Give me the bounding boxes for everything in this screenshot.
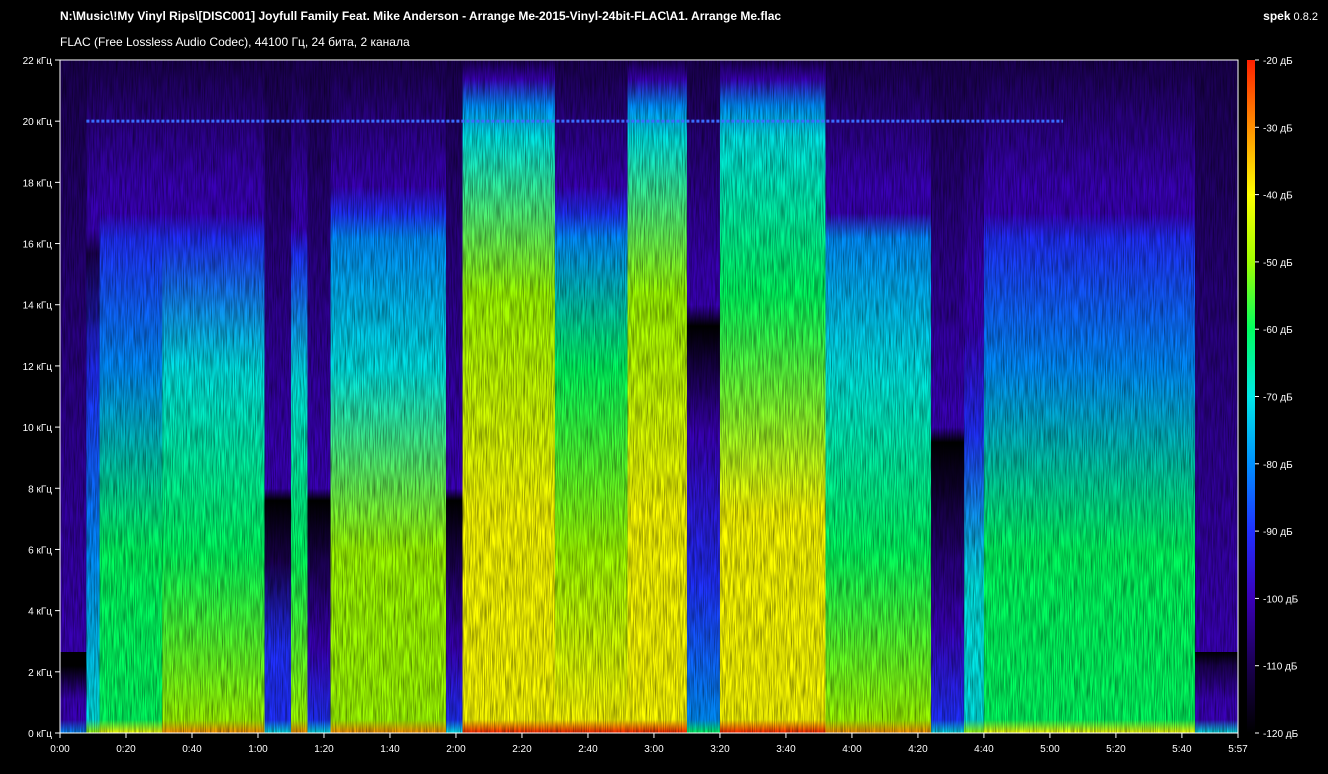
y-tick-label: 10 кГц (23, 423, 53, 434)
color-scale-tick-label: -20 дБ (1263, 56, 1293, 67)
x-tick-label: 2:20 (512, 744, 532, 755)
color-scale-tick-label: -70 дБ (1263, 393, 1293, 404)
color-scale-tick-label: -40 дБ (1263, 191, 1293, 202)
x-tick-label: 2:00 (446, 744, 466, 755)
y-tick-label: 14 кГц (23, 301, 53, 312)
color-scale-tick-label: -60 дБ (1263, 325, 1293, 336)
x-tick-label: 5:00 (1040, 744, 1060, 755)
color-scale-tick-label: -120 дБ (1263, 729, 1299, 740)
y-tick-label: 22 кГц (23, 56, 53, 67)
x-tick-label: 5:20 (1106, 744, 1126, 755)
color-scale-tick-label: -30 дБ (1263, 123, 1293, 134)
x-tick-label: 5:40 (1172, 744, 1192, 755)
color-scale-tick-label: -110 дБ (1263, 662, 1298, 673)
y-tick-label: 18 кГц (23, 178, 53, 189)
color-scale-legend: -20 дБ -30 дБ -40 дБ -50 дБ -60 дБ -70 дБ -80 … (1247, 56, 1299, 740)
x-tick-label: 4:40 (974, 744, 994, 755)
x-tick-label: 2:40 (578, 744, 598, 755)
spectrogram-chart: 0 кГц 2 кГц 4 кГц 6 кГц 8 кГц 10 кГц 12 кГц 14 … (23, 56, 1299, 755)
x-tick-label: 3:00 (644, 744, 664, 755)
color-scale-tick-label: -100 дБ (1263, 594, 1299, 605)
spectrogram-texture (60, 60, 1238, 733)
color-scale-tick-label: -90 дБ (1263, 527, 1293, 538)
color-scale-bar (1247, 60, 1255, 733)
y-tick-label: 12 кГц (23, 362, 53, 373)
x-tick-label: 4:20 (908, 744, 928, 755)
x-tick-label: 3:20 (710, 744, 730, 755)
spectrogram-plot (60, 60, 1238, 733)
y-tick-label: 16 кГц (23, 240, 53, 251)
x-tick-label: 4:00 (842, 744, 862, 755)
x-tick-label: 0:00 (50, 744, 70, 755)
y-tick-label: 0 кГц (28, 729, 52, 740)
x-tick-label: 3:40 (776, 744, 796, 755)
x-tick-label: 5:57 (1228, 744, 1248, 755)
x-tick-label: 0:20 (116, 744, 136, 755)
y-tick-label: 8 кГц (28, 484, 52, 495)
color-scale-tick-label: -50 дБ (1263, 258, 1293, 269)
y-tick-label: 6 кГц (28, 545, 52, 556)
x-tick-label: 0:40 (182, 744, 202, 755)
x-tick-label: 1:00 (248, 744, 268, 755)
color-scale-tick-label: -80 дБ (1263, 460, 1293, 471)
x-tick-label: 1:40 (380, 744, 400, 755)
y-tick-label: 4 кГц (28, 607, 52, 618)
y-tick-label: 20 кГц (23, 117, 53, 128)
y-tick-label: 2 кГц (28, 668, 52, 679)
x-tick-label: 1:20 (314, 744, 334, 755)
